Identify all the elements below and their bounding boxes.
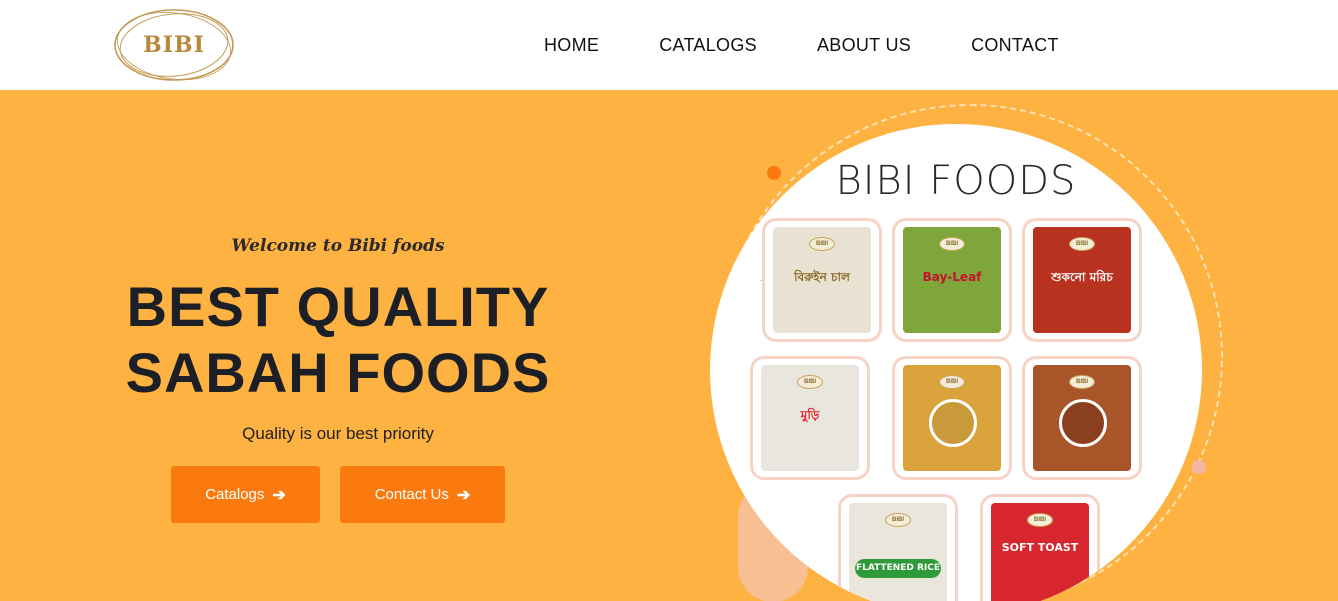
pack-brand-badge: BIBI [939,237,965,251]
product-window [929,399,977,447]
product-label: শুকনো মরিচ [1051,270,1113,284]
product-pack: BIBI বিরুইন চাল [762,218,882,342]
arrow-right-icon: ➔ [272,486,286,504]
product-label: FLATTENED RICE [855,559,941,578]
site-header: BIBI HOME CATALOGS ABOUT US CONTACT [0,0,1338,90]
showcase-title: BIBI FOODS [835,158,1077,204]
decorative-dot [1192,460,1206,474]
pack-brand-badge: BIBI [797,375,823,389]
pack-brand-badge: BIBI [939,375,965,389]
pack-brand-badge: BIBI [885,513,911,527]
nav-home[interactable]: HOME [524,34,599,56]
product-pack: BIBI [1022,356,1142,480]
product-pack: BIBI Bay-Leaf [892,218,1012,342]
hero-section: Welcome to Bibi foods BEST QUALITY SABAH… [0,90,1338,601]
product-label: SOFT TOAST [1001,541,1079,554]
product-pack: BIBI [892,356,1012,480]
product-label: বিরুইন চাল [794,270,850,284]
pack-brand-badge: BIBI [1069,375,1095,389]
nav-about-us[interactable]: ABOUT US [797,34,911,56]
product-label: মুড়ি [800,408,820,422]
product-pack: BIBI মুড়ি [750,356,870,480]
nav-contact[interactable]: CONTACT [951,34,1059,56]
pack-brand-badge: BIBI [809,237,835,251]
pack-brand-badge: BIBI [1027,513,1053,527]
headline-line-1: BEST QUALITY [126,275,550,338]
nav-catalogs[interactable]: CATALOGS [639,34,757,56]
hero-tagline: Quality is our best priority [242,424,434,443]
logo-text: BIBI [143,32,205,58]
arrow-right-icon: ➔ [456,486,471,504]
headline-line-2: SABAH FOODS [125,341,551,404]
main-nav: HOME CATALOGS ABOUT US CONTACT [524,34,1099,56]
product-showcase-image: BIBI FOODS ✦ BIBI বিরুইন চাল BIBI Bay-Le… [710,124,1202,601]
product-label: Bay-Leaf [922,270,982,284]
welcome-text: Welcome to Bibi foods [231,236,445,256]
pack-brand-badge: BIBI [1069,237,1095,251]
product-pack: BIBI SOFT TOAST [980,494,1100,601]
product-pack: BIBI FLATTENED RICE [838,494,958,601]
product-pack: BIBI শুকনো মরিচ [1022,218,1142,342]
catalogs-button-label: Catalogs [205,486,265,503]
catalogs-button[interactable]: Catalogs ➔ [171,466,320,523]
contact-us-button[interactable]: Contact Us ➔ [340,466,505,523]
bibi-logo[interactable]: BIBI [112,6,236,84]
product-window [1059,399,1107,447]
contact-us-button-label: Contact Us [374,486,449,503]
hero-headline: BEST QUALITY SABAH FOODS [110,274,566,406]
